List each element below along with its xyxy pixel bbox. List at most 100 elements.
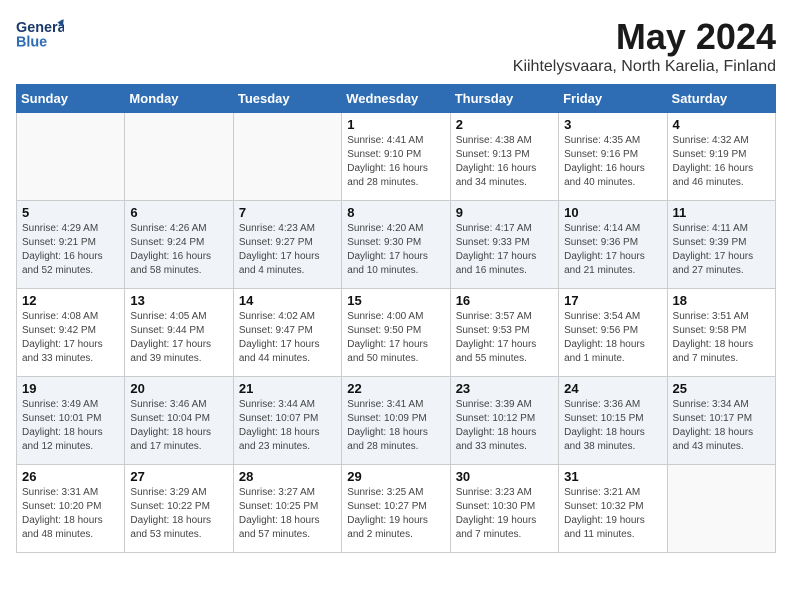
svg-text:Blue: Blue xyxy=(16,34,47,50)
calendar-empty-cell xyxy=(667,465,775,553)
calendar-day-1: 1Sunrise: 4:41 AMSunset: 9:10 PMDaylight… xyxy=(342,113,450,201)
calendar-day-26: 26 Sunrise: 3:31 AMSunset: 10:20 PMDaylig… xyxy=(17,465,125,553)
date-number: 29 xyxy=(347,469,444,484)
calendar-day-12: 12 Sunrise: 4:08 AMSunset: 9:42 PMDayligh… xyxy=(17,289,125,377)
calendar-day-23: 23 Sunrise: 3:39 AMSunset: 10:12 PMDaylig… xyxy=(450,377,558,465)
date-number: 3 xyxy=(564,117,661,132)
calendar-day-29: 29Sunrise: 3:25 AMSunset: 10:27 PMDaylig… xyxy=(342,465,450,553)
date-number: 23 xyxy=(456,381,553,396)
day-info: Sunrise: 4:05 AMSunset: 9:44 PMDaylight:… xyxy=(130,310,227,366)
date-number: 5 xyxy=(22,205,119,220)
calendar-week-5: 26 Sunrise: 3:31 AMSunset: 10:20 PMDaylig… xyxy=(17,465,776,553)
subtitle: Kiihtelysvaara, North Karelia, Finland xyxy=(513,58,776,76)
day-info: Sunrise: 4:35 AMSunset: 9:16 PMDaylight:… xyxy=(564,134,661,190)
day-info: Sunrise: 3:57 AMSunset: 9:53 PMDaylight:… xyxy=(456,310,553,366)
day-header-thursday: Thursday xyxy=(450,85,558,113)
day-info: Sunrise: 3:31 AMSunset: 10:20 PMDaylight… xyxy=(22,486,119,542)
day-info: Sunrise: 4:08 AMSunset: 9:42 PMDaylight:… xyxy=(22,310,119,366)
date-number: 13 xyxy=(130,293,227,308)
day-info: Sunrise: 3:54 AMSunset: 9:56 PMDaylight:… xyxy=(564,310,661,366)
date-number: 20 xyxy=(130,381,227,396)
calendar-day-8: 8Sunrise: 4:20 AMSunset: 9:30 PMDaylight… xyxy=(342,201,450,289)
calendar-day-2: 2Sunrise: 4:38 AMSunset: 9:13 PMDaylight… xyxy=(450,113,558,201)
calendar-week-1: 1Sunrise: 4:41 AMSunset: 9:10 PMDaylight… xyxy=(17,113,776,201)
day-header-sunday: Sunday xyxy=(17,85,125,113)
calendar-empty-cell xyxy=(125,113,233,201)
svg-text:General: General xyxy=(16,20,64,36)
date-number: 21 xyxy=(239,381,336,396)
calendar-day-14: 14 Sunrise: 4:02 AMSunset: 9:47 PMDayligh… xyxy=(233,289,341,377)
day-header-saturday: Saturday xyxy=(667,85,775,113)
calendar-empty-cell xyxy=(233,113,341,201)
date-number: 27 xyxy=(130,469,227,484)
date-number: 25 xyxy=(673,381,770,396)
logo-icon: General Blue xyxy=(16,16,64,52)
calendar-day-16: 16 Sunrise: 3:57 AMSunset: 9:53 PMDayligh… xyxy=(450,289,558,377)
date-number: 8 xyxy=(347,205,444,220)
day-info: Sunrise: 3:44 AMSunset: 10:07 PMDaylight… xyxy=(239,398,336,454)
date-number: 15 xyxy=(347,293,444,308)
calendar-week-2: 5 Sunrise: 4:29 AMSunset: 9:21 PMDaylight… xyxy=(17,201,776,289)
day-header-tuesday: Tuesday xyxy=(233,85,341,113)
calendar-day-30: 30 Sunrise: 3:23 AMSunset: 10:30 PMDaylig… xyxy=(450,465,558,553)
header-row: SundayMondayTuesdayWednesdayThursdayFrid… xyxy=(17,85,776,113)
day-info: Sunrise: 3:49 AMSunset: 10:01 PMDaylight… xyxy=(22,398,119,454)
date-number: 9 xyxy=(456,205,553,220)
calendar-day-9: 9 Sunrise: 4:17 AMSunset: 9:33 PMDaylight… xyxy=(450,201,558,289)
date-number: 6 xyxy=(130,205,227,220)
date-number: 18 xyxy=(673,293,770,308)
day-info: Sunrise: 3:36 AMSunset: 10:15 PMDaylight… xyxy=(564,398,661,454)
calendar-day-10: 10Sunrise: 4:14 AMSunset: 9:36 PMDayligh… xyxy=(559,201,667,289)
day-info: Sunrise: 4:26 AMSunset: 9:24 PMDaylight:… xyxy=(130,222,227,278)
date-number: 7 xyxy=(239,205,336,220)
date-number: 16 xyxy=(456,293,553,308)
date-number: 30 xyxy=(456,469,553,484)
day-info: Sunrise: 4:17 AMSunset: 9:33 PMDaylight:… xyxy=(456,222,553,278)
date-number: 11 xyxy=(673,205,770,220)
day-header-monday: Monday xyxy=(125,85,233,113)
calendar-day-11: 11Sunrise: 4:11 AMSunset: 9:39 PMDayligh… xyxy=(667,201,775,289)
day-info: Sunrise: 3:51 AMSunset: 9:58 PMDaylight:… xyxy=(673,310,770,366)
date-number: 10 xyxy=(564,205,661,220)
day-header-wednesday: Wednesday xyxy=(342,85,450,113)
calendar-day-17: 17 Sunrise: 3:54 AMSunset: 9:56 PMDayligh… xyxy=(559,289,667,377)
calendar-day-19: 19 Sunrise: 3:49 AMSunset: 10:01 PMDaylig… xyxy=(17,377,125,465)
day-info: Sunrise: 3:41 AMSunset: 10:09 PMDaylight… xyxy=(347,398,444,454)
date-number: 17 xyxy=(564,293,661,308)
day-info: Sunrise: 3:39 AMSunset: 10:12 PMDaylight… xyxy=(456,398,553,454)
calendar-table: SundayMondayTuesdayWednesdayThursdayFrid… xyxy=(16,84,776,553)
day-info: Sunrise: 4:38 AMSunset: 9:13 PMDaylight:… xyxy=(456,134,553,190)
main-title: May 2024 xyxy=(513,16,776,58)
date-number: 19 xyxy=(22,381,119,396)
day-info: Sunrise: 3:34 AMSunset: 10:17 PMDaylight… xyxy=(673,398,770,454)
date-number: 14 xyxy=(239,293,336,308)
day-info: Sunrise: 4:00 AMSunset: 9:50 PMDaylight:… xyxy=(347,310,444,366)
calendar-day-6: 6 Sunrise: 4:26 AMSunset: 9:24 PMDaylight… xyxy=(125,201,233,289)
title-section: May 2024 Kiihtelysvaara, North Karelia, … xyxy=(513,16,776,76)
day-info: Sunrise: 4:23 AMSunset: 9:27 PMDaylight:… xyxy=(239,222,336,278)
calendar-day-15: 15 Sunrise: 4:00 AMSunset: 9:50 PMDayligh… xyxy=(342,289,450,377)
date-number: 26 xyxy=(22,469,119,484)
calendar-day-20: 20Sunrise: 3:46 AMSunset: 10:04 PMDaylig… xyxy=(125,377,233,465)
day-info: Sunrise: 3:23 AMSunset: 10:30 PMDaylight… xyxy=(456,486,553,542)
date-number: 24 xyxy=(564,381,661,396)
day-header-friday: Friday xyxy=(559,85,667,113)
day-info: Sunrise: 4:02 AMSunset: 9:47 PMDaylight:… xyxy=(239,310,336,366)
date-number: 1 xyxy=(347,117,444,132)
day-info: Sunrise: 3:29 AMSunset: 10:22 PMDaylight… xyxy=(130,486,227,542)
day-info: Sunrise: 4:29 AMSunset: 9:21 PMDaylight:… xyxy=(22,222,119,278)
day-info: Sunrise: 3:21 AMSunset: 10:32 PMDaylight… xyxy=(564,486,661,542)
calendar-empty-cell xyxy=(17,113,125,201)
calendar-day-31: 31Sunrise: 3:21 AMSunset: 10:32 PMDaylig… xyxy=(559,465,667,553)
calendar-day-7: 7 Sunrise: 4:23 AMSunset: 9:27 PMDaylight… xyxy=(233,201,341,289)
calendar-day-27: 27 Sunrise: 3:29 AMSunset: 10:22 PMDaylig… xyxy=(125,465,233,553)
calendar-week-3: 12 Sunrise: 4:08 AMSunset: 9:42 PMDayligh… xyxy=(17,289,776,377)
date-number: 22 xyxy=(347,381,444,396)
calendar-day-25: 25 Sunrise: 3:34 AMSunset: 10:17 PMDaylig… xyxy=(667,377,775,465)
date-number: 28 xyxy=(239,469,336,484)
calendar-day-22: 22 Sunrise: 3:41 AMSunset: 10:09 PMDaylig… xyxy=(342,377,450,465)
date-number: 12 xyxy=(22,293,119,308)
page-header: General Blue May 2024 Kiihtelysvaara, No… xyxy=(16,16,776,76)
logo: General Blue xyxy=(16,16,64,52)
calendar-day-3: 3 Sunrise: 4:35 AMSunset: 9:16 PMDaylight… xyxy=(559,113,667,201)
